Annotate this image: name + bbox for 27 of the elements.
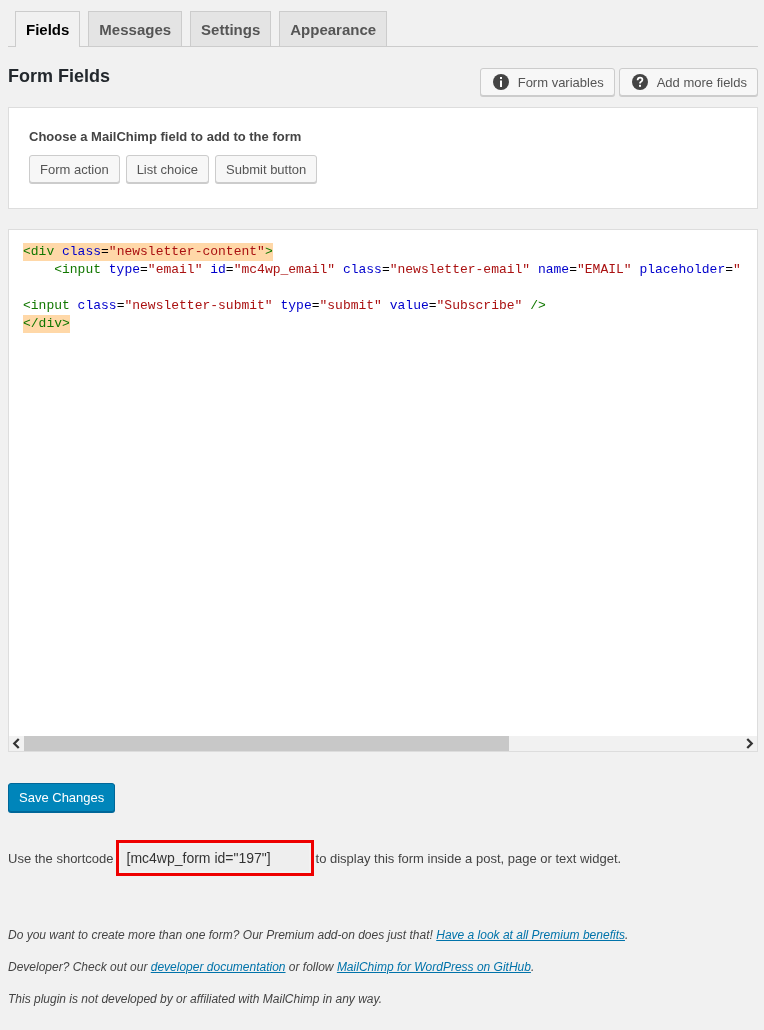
shortcode-hint: to display this form inside a post, page or text widget. [315,850,622,866]
footer-note: Developer? Check out our developer documentation or follow MailChimp for WordPress on GitHub. [8,959,536,976]
horizontal-scrollbar[interactable] [9,736,757,751]
save-button[interactable]: Save Changes [8,783,116,812]
section-heading: Form Fields [8,66,110,87]
header-button[interactable]: Form variables [479,68,615,96]
footer-note: This plugin is not developed by or affiliated with MailChimp in any way. [8,991,383,1008]
header-button[interactable]: Add more fields [618,68,758,96]
footer-link[interactable]: MailChimp for WordPress on GitHub [336,960,531,974]
scrollbar-thumb[interactable] [24,736,509,751]
info-icon [492,74,509,90]
tab[interactable]: Appearance [279,11,388,46]
shortcode-label: Use the shortcode [8,850,114,866]
footer-link[interactable]: Have a look at all Premium benefits [436,928,625,942]
tab[interactable]: Messages [88,11,183,46]
code-line: <input type="email" id="mc4wp_email" class="newsletter-email" name="EMAIL" placeholder=" [53,261,741,279]
help-icon [631,74,648,90]
footer-note: Do you want to create more than one form? Our Premium add-on does just that! Have a look at all Premium benefits. [8,927,630,944]
code-line: <input class="newsletter-submit" type="submit" value="Subscribe" /> [23,297,546,315]
tab[interactable]: Fields [15,11,81,47]
tab[interactable]: Settings [190,11,272,46]
footer-link[interactable]: developer documentation [150,960,286,974]
field-button[interactable]: List choice [125,155,210,183]
field-button[interactable]: Submit button [215,155,318,183]
code-editor[interactable]: <div class="newsletter-content"> <input type="email" id="mc4wp_email" class="newsletter-email" name="EMAIL" placeholder=" <input class="newsletter-submit" type="submit" value="Subscribe" /> </div> [8,229,758,752]
field-button[interactable]: Form action [29,155,120,183]
panel-title: Choose a MailChimp field to add to the form [29,129,303,144]
